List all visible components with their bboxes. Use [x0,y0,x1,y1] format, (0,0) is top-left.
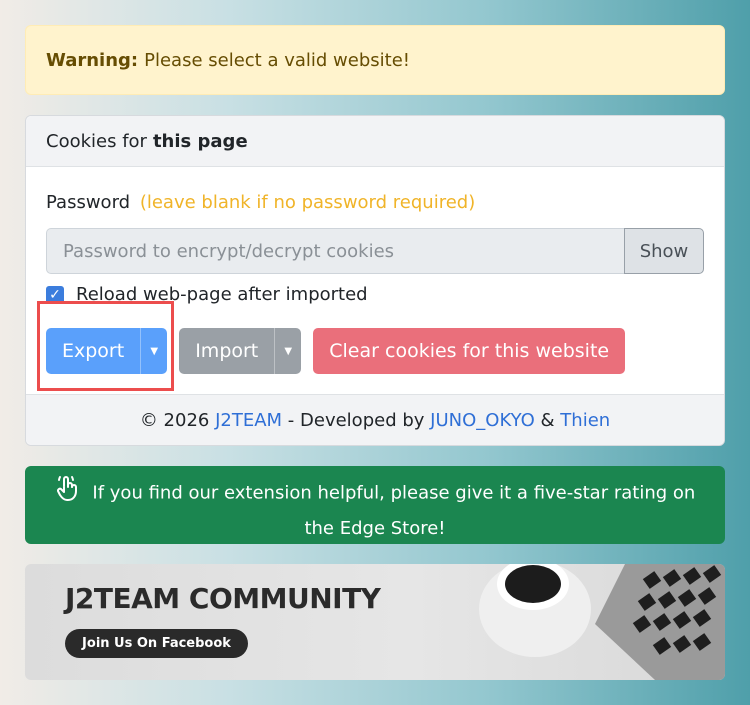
warning-alert: Warning: Please select a valid website! [25,25,725,95]
warning-text: Please select a valid website! [144,49,410,71]
footer-copyright: © 2026 [139,409,210,431]
warning-label: Warning: [46,49,139,71]
export-split-button: Export ▼ [46,328,168,374]
footer-amp: & [540,409,555,431]
password-label-row: Password (leave blank if no password req… [46,192,475,213]
show-password-button[interactable]: Show [624,228,704,274]
footer-dev1-link[interactable]: JUNO_OKYO [430,410,535,431]
join-facebook-button[interactable]: Join Us On Facebook [65,629,248,658]
password-placeholder: Password to encrypt/decrypt cookies [63,240,395,262]
import-button[interactable]: Import [179,328,275,374]
reload-checkbox-row[interactable]: ✓ Reload web-page after imported [46,284,368,305]
import-split-button: Import ▼ [179,328,302,374]
reload-checkbox-label[interactable]: Reload web-page after imported [76,284,368,305]
laptop-keyboard-illustration [595,564,725,680]
card-header-strong: this page [152,130,248,152]
export-dropdown-toggle[interactable]: ▼ [140,328,168,374]
coffee-cup-illustration [479,564,591,657]
clear-cookies-button[interactable]: Clear cookies for this website [313,328,626,374]
caret-down-icon: ▼ [284,345,293,357]
caret-down-icon: ▼ [150,345,159,357]
pointing-hand-icon [55,474,81,513]
rating-banner-text: If you find our extension helpful, pleas… [92,482,696,540]
password-hint: (leave blank if no password required) [139,192,476,213]
password-input[interactable]: Password to encrypt/decrypt cookies [46,228,624,274]
footer-team-link[interactable]: J2TEAM [215,410,282,431]
rating-banner[interactable]: If you find our extension helpful, pleas… [25,466,725,544]
footer-developed-by: - Developed by [287,409,425,431]
password-label: Password [46,192,131,213]
password-input-group: Password to encrypt/decrypt cookies Show [46,228,704,274]
action-buttons: Export ▼ Import ▼ Clear cookies for this… [46,328,626,374]
community-title: J2TEAM COMMUNITY [65,582,381,615]
reload-checkbox[interactable]: ✓ [46,285,64,304]
card-header: Cookies for this page [26,116,724,167]
import-dropdown-toggle[interactable]: ▼ [274,328,302,374]
cookies-card: Cookies for this page Password (leave bl… [25,115,725,446]
check-icon: ✓ [49,286,61,303]
community-banner[interactable]: J2TEAM COMMUNITY Join Us On Facebook [25,564,725,680]
card-header-prefix: Cookies for [46,130,147,152]
card-footer: © 2026 J2TEAM - Developed by JUNO_OKYO &… [26,394,724,445]
export-button[interactable]: Export [46,328,141,374]
footer-dev2-link[interactable]: Thien [560,410,610,431]
